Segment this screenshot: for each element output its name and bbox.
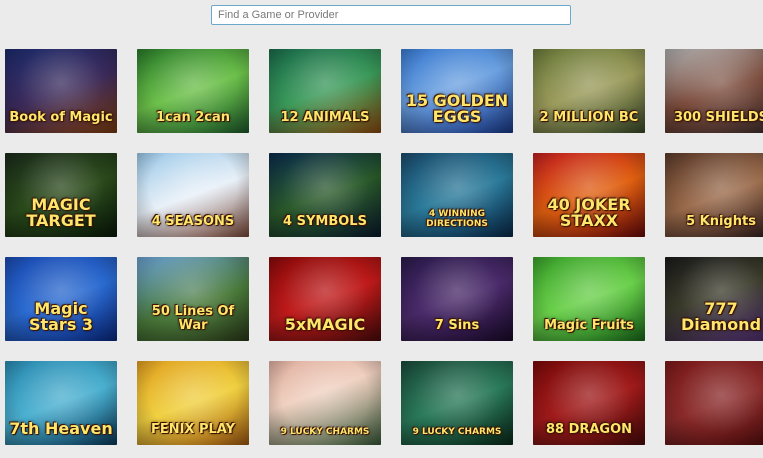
game-tile[interactable]: Magic Fruits xyxy=(533,257,645,341)
game-tile[interactable]: Book of Magic xyxy=(5,49,117,133)
game-tile[interactable]: Magic Stars 3 xyxy=(5,257,117,341)
game-title: 2 MILLION BC xyxy=(539,110,639,125)
game-title: 7 Sins xyxy=(434,318,480,333)
game-tile[interactable] xyxy=(665,361,763,445)
game-title: 1can 2can xyxy=(155,110,231,125)
game-title: 777 Diamond xyxy=(680,299,762,334)
game-tile[interactable]: 7th Heaven xyxy=(5,361,117,445)
game-title: Book of Magic xyxy=(9,110,113,125)
game-title: 4 SEASONS xyxy=(151,214,235,229)
game-tile[interactable]: 2 MILLION BC xyxy=(533,49,645,133)
game-tile[interactable]: 7 Sins xyxy=(401,257,513,341)
game-title: 15 GOLDEN EGGS xyxy=(405,91,509,126)
game-title: 9 LUCKY CHARMS xyxy=(412,427,502,437)
game-tile[interactable]: 4 WINNING DIRECTIONS xyxy=(401,153,513,237)
game-title: FENIX PLAY xyxy=(150,422,236,437)
game-tile[interactable]: 40 JOKER STAXX xyxy=(533,153,645,237)
game-title: MAGIC TARGET xyxy=(26,195,96,230)
game-tile[interactable]: 5 Knights xyxy=(665,153,763,237)
game-artwork xyxy=(665,361,763,445)
game-title: 88 DRAGON xyxy=(545,422,633,437)
search-input[interactable] xyxy=(211,5,571,25)
game-tile[interactable]: 4 SEASONS xyxy=(137,153,249,237)
game-tile[interactable]: 300 SHIELDS xyxy=(665,49,763,133)
game-tile[interactable]: 1can 2can xyxy=(137,49,249,133)
game-title: 4 WINNING DIRECTIONS xyxy=(426,209,488,229)
game-tile[interactable]: 5xMAGIC xyxy=(269,257,381,341)
game-tile[interactable]: 4 SYMBOLS xyxy=(269,153,381,237)
game-tile[interactable]: 12 ANIMALS xyxy=(269,49,381,133)
game-title: 7th Heaven xyxy=(9,419,113,438)
game-tile[interactable]: 88 DRAGON xyxy=(533,361,645,445)
game-title: Magic Fruits xyxy=(544,318,634,333)
game-grid: Book of Magic 1can 2can 12 ANIMALS 15 GOLDE… xyxy=(5,49,763,445)
game-tile[interactable]: FENIX PLAY xyxy=(137,361,249,445)
game-title: 5xMAGIC xyxy=(284,315,366,334)
game-title: 50 Lines Of War xyxy=(151,304,235,333)
game-title: 12 ANIMALS xyxy=(280,110,370,125)
game-title: 300 SHIELDS xyxy=(673,110,763,125)
game-tile[interactable]: 777 Diamond xyxy=(665,257,763,341)
game-tile[interactable]: 15 GOLDEN EGGS xyxy=(401,49,513,133)
game-title: 40 JOKER STAXX xyxy=(547,195,631,230)
game-tile[interactable]: MAGIC TARGET xyxy=(5,153,117,237)
game-tile[interactable]: 50 Lines Of War xyxy=(137,257,249,341)
game-tile[interactable]: 9 LUCKY CHARMS xyxy=(269,361,381,445)
game-tile[interactable]: 9 LUCKY CHARMS xyxy=(401,361,513,445)
game-title: Magic Stars 3 xyxy=(28,299,94,334)
game-title: 9 LUCKY CHARMS xyxy=(280,427,370,437)
game-title: 4 SYMBOLS xyxy=(283,214,367,229)
game-title: 5 Knights xyxy=(686,214,756,229)
